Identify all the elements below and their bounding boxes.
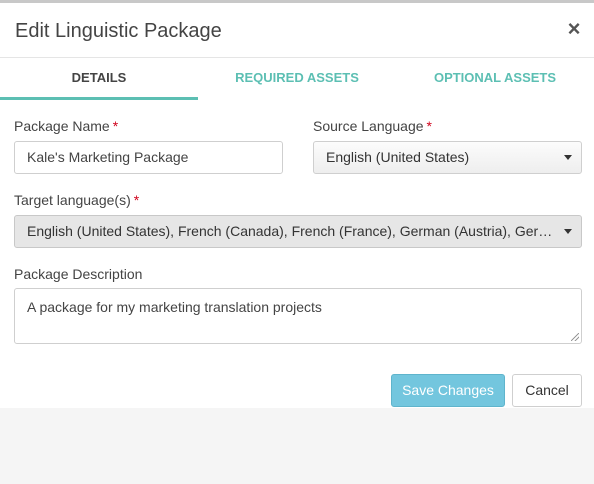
target-languages-value: English (United States), French (Canada)… bbox=[27, 223, 569, 239]
source-language-label: Source Language * bbox=[313, 117, 432, 135]
chevron-down-icon bbox=[564, 155, 572, 160]
source-language-select[interactable]: English (United States) bbox=[313, 141, 582, 174]
required-mark: * bbox=[112, 118, 119, 134]
dialog-tabs: DETAILS REQUIRED ASSETS OPTIONAL ASSETS bbox=[0, 58, 594, 100]
close-icon[interactable]: × bbox=[566, 17, 582, 41]
package-name-label: Package Name * bbox=[14, 117, 118, 135]
description-value: A package for my marketing translation p… bbox=[27, 299, 322, 315]
target-languages-label-text: Target language(s) bbox=[14, 192, 131, 208]
source-language-value: English (United States) bbox=[326, 149, 470, 165]
package-name-input[interactable]: Kale's Marketing Package bbox=[14, 141, 283, 174]
required-mark: * bbox=[426, 118, 432, 134]
description-label-text: Package Description bbox=[14, 266, 143, 282]
dialog-title: Edit Linguistic Package bbox=[15, 20, 222, 42]
tab-required-assets[interactable]: REQUIRED ASSETS bbox=[198, 58, 396, 100]
target-languages-label: Target language(s) * bbox=[14, 191, 139, 209]
description-label: Package Description bbox=[14, 265, 142, 283]
target-languages-select[interactable]: English (United States), French (Canada)… bbox=[14, 215, 582, 248]
save-changes-button[interactable]: Save Changes bbox=[391, 374, 505, 407]
tab-optional-assets[interactable]: OPTIONAL ASSETS bbox=[396, 58, 594, 100]
source-language-label-text: Source Language bbox=[313, 118, 424, 134]
package-name-label-text: Package Name bbox=[14, 118, 110, 134]
cancel-button[interactable]: Cancel bbox=[512, 374, 582, 407]
chevron-down-icon bbox=[564, 229, 572, 234]
description-textarea[interactable]: A package for my marketing translation p… bbox=[14, 288, 582, 344]
package-name-value: Kale's Marketing Package bbox=[27, 149, 189, 165]
resize-handle-icon[interactable] bbox=[571, 333, 579, 341]
dialog-header: Edit Linguistic Package × bbox=[0, 3, 594, 58]
edit-package-dialog: Edit Linguistic Package × DETAILS REQUIR… bbox=[0, 3, 594, 408]
required-mark: * bbox=[133, 192, 140, 208]
tab-details[interactable]: DETAILS bbox=[0, 58, 198, 100]
